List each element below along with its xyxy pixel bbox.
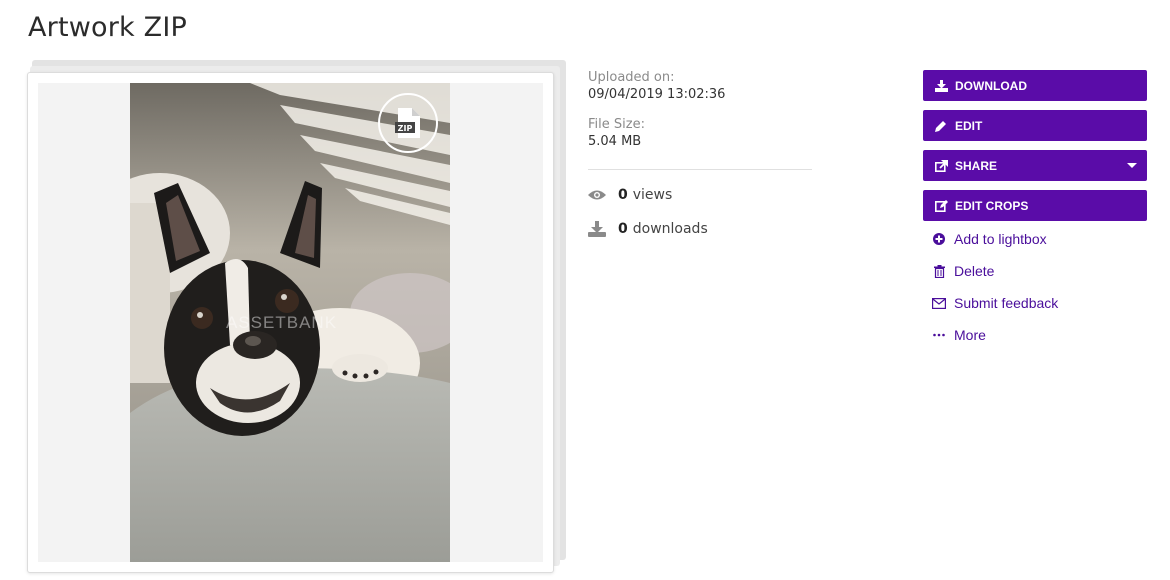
ellipsis-icon — [932, 328, 946, 342]
envelope-icon — [932, 296, 946, 310]
divider — [588, 169, 812, 170]
delete-link[interactable]: Delete — [932, 263, 994, 279]
zip-badge-text: ZIP — [398, 124, 413, 133]
views-stat: 0 views — [588, 187, 672, 203]
delete-label: Delete — [954, 263, 995, 279]
file-size-value: 5.04 MB — [588, 134, 642, 149]
downloads-label: downloads — [632, 221, 708, 237]
edit-crops-button-label: EDIT CROPS — [955, 198, 1029, 213]
trash-icon — [932, 264, 946, 278]
add-to-lightbox-label: Add to lightbox — [954, 231, 1047, 247]
edit-button-label: EDIT — [955, 118, 983, 133]
page-title: Artwork ZIP — [28, 12, 188, 43]
downloads-count: 0 — [618, 221, 628, 237]
watermark: ASSETBANK — [226, 313, 338, 332]
zip-file-icon: ZIP — [395, 108, 420, 138]
plus-circle-icon — [932, 232, 946, 246]
add-to-lightbox-link[interactable]: Add to lightbox — [932, 231, 1047, 247]
downloads-stat: 0 downloads — [588, 221, 708, 237]
preview-area: ZIP ASSETBANK — [38, 83, 543, 562]
submit-feedback-link[interactable]: Submit feedback — [932, 295, 1058, 311]
uploaded-label: Uploaded on: — [588, 70, 675, 85]
download-icon — [934, 79, 948, 93]
share-button[interactable]: SHARE — [923, 150, 1147, 181]
pencil-icon — [934, 119, 948, 133]
submit-feedback-label: Submit feedback — [954, 295, 1059, 311]
edit-square-icon — [934, 199, 948, 213]
edit-button[interactable]: EDIT — [923, 110, 1147, 141]
chevron-down-icon[interactable] — [1127, 163, 1137, 168]
uploaded-value: 09/04/2019 13:02:36 — [588, 87, 726, 102]
file-size-label: File Size: — [588, 117, 645, 132]
metadata-panel: Uploaded on: 09/04/2019 13:02:36 File Si… — [588, 69, 812, 163]
download-button-label: DOWNLOAD — [955, 78, 1027, 93]
edit-crops-button[interactable]: EDIT CROPS — [923, 190, 1147, 221]
asset-preview-image[interactable]: ZIP ASSETBANK — [130, 83, 450, 562]
zip-file-icon: ZIP — [378, 93, 438, 153]
download-icon — [588, 221, 606, 237]
eye-icon — [588, 190, 606, 200]
views-label: views — [632, 187, 673, 203]
asset-preview-card: ZIP ASSETBANK — [27, 72, 554, 573]
views-count: 0 — [618, 187, 628, 203]
share-button-label: SHARE — [955, 158, 998, 173]
more-label: More — [954, 327, 986, 343]
more-link[interactable]: More — [932, 327, 986, 343]
share-icon — [934, 159, 948, 173]
download-button[interactable]: DOWNLOAD — [923, 70, 1147, 101]
